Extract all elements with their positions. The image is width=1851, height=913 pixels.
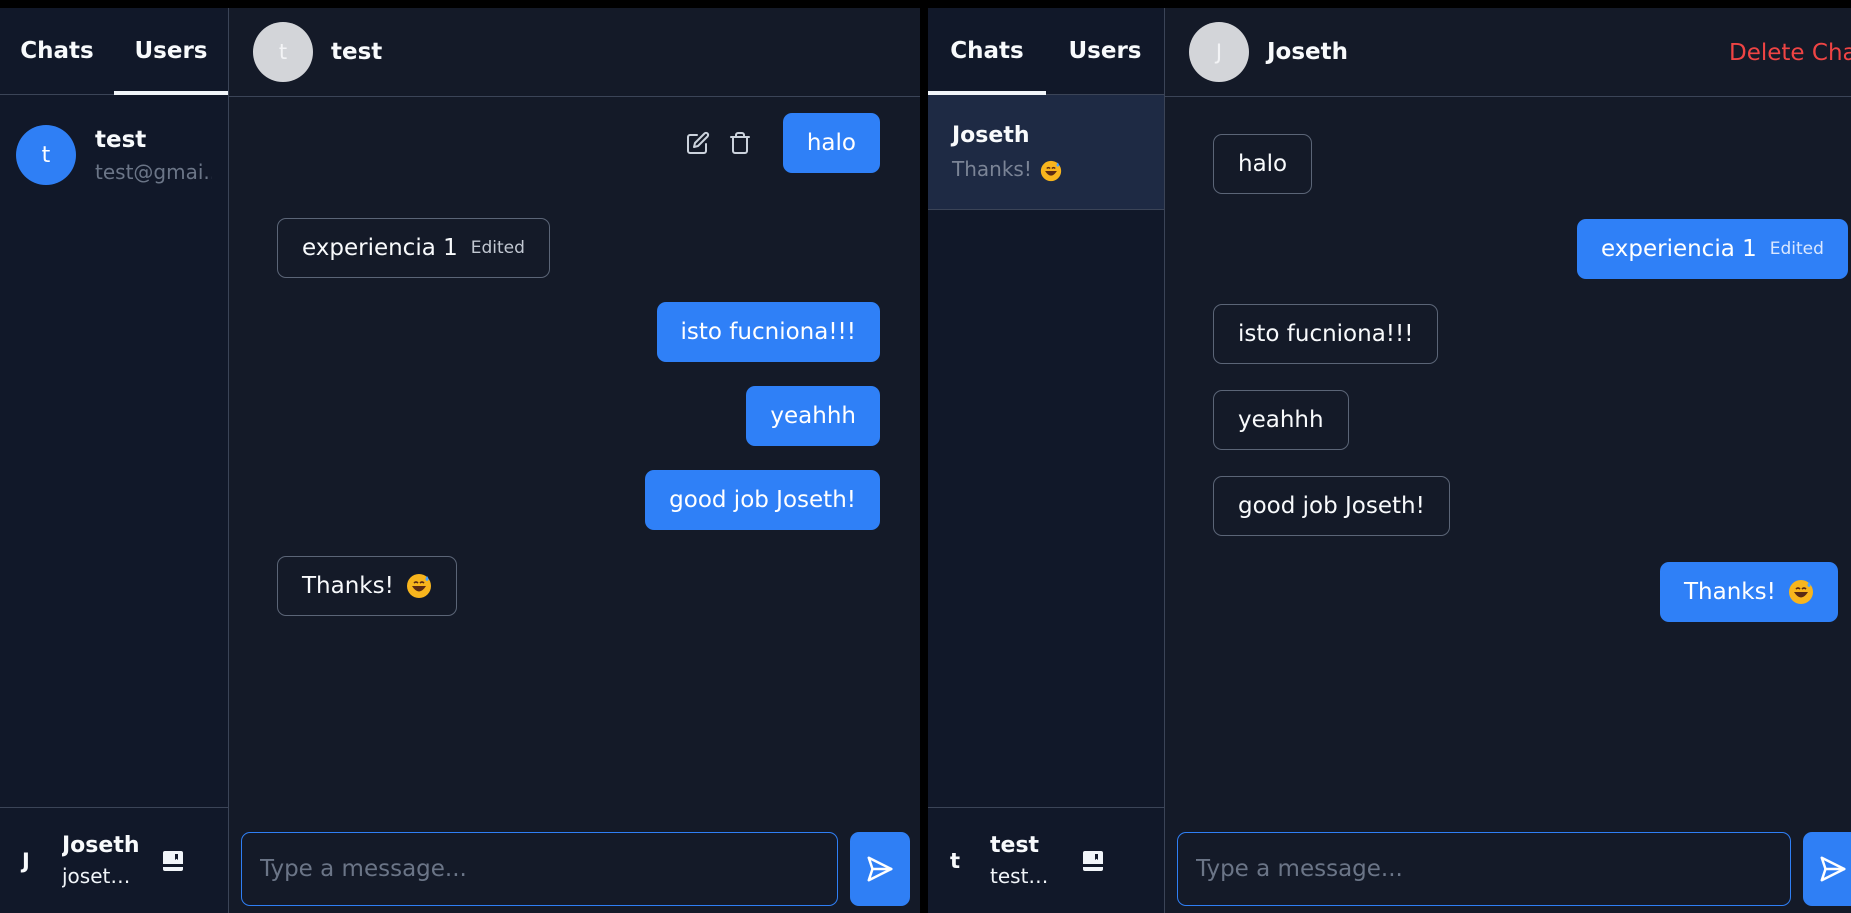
send-button[interactable] <box>1803 832 1851 906</box>
current-user-name: Joseth <box>62 833 140 858</box>
tab-users[interactable]: Users <box>114 8 228 95</box>
message-bubble-outgoing[interactable]: halo <box>782 113 880 173</box>
current-user-email: test@... <box>990 864 1062 888</box>
avatar: t <box>253 22 313 82</box>
avatar: J <box>1189 22 1249 82</box>
sidebar-tabs: Chats Users <box>928 8 1164 95</box>
message-text: good job Joseth! <box>669 487 856 513</box>
message-bubble-incoming[interactable]: halo <box>1213 134 1313 194</box>
edit-icon[interactable] <box>685 130 711 156</box>
message-text: good job Joseth! <box>1238 493 1425 519</box>
message-text: halo <box>806 130 856 156</box>
message-input[interactable] <box>1177 832 1791 906</box>
chat-partner-name: test <box>331 39 383 65</box>
edited-label: Edited <box>1769 239 1824 259</box>
delete-chat-button[interactable]: Delete Chat <box>1729 8 1851 97</box>
message-bubble-incoming[interactable]: good job Joseth! <box>1213 476 1450 536</box>
message-row: yeahhh <box>1213 390 1349 450</box>
user-name: test <box>95 126 147 153</box>
chat-panel: t test halo experiencia 1 Edited isto fuc… <box>229 8 920 913</box>
message-text: Thanks! <box>302 573 394 599</box>
grinning-sweat-emoji <box>1788 579 1814 605</box>
avatar: t <box>16 125 76 185</box>
chat-list-item[interactable]: Joseth Thanks! <box>928 95 1164 210</box>
message-bubble-incoming[interactable]: yeahhh <box>1213 390 1349 450</box>
sidebar-tabs: Chats Users <box>0 8 228 95</box>
tab-chats[interactable]: Chats <box>928 8 1046 95</box>
message-text: yeahhh <box>1238 407 1324 433</box>
edited-label: Edited <box>470 238 525 258</box>
user-list-item[interactable]: t test test@gmai... <box>0 95 228 215</box>
sidebar: Chats Users Joseth Thanks! t test test@.… <box>928 8 1165 913</box>
message-actions <box>685 130 769 156</box>
message-row: isto fucniona!!! <box>656 302 880 362</box>
current-user-footer: J Joseth joseth... <box>0 807 228 913</box>
message-bubble-outgoing[interactable]: isto fucniona!!! <box>656 302 880 362</box>
user-email: test@gmai... <box>95 159 212 184</box>
send-icon <box>1820 856 1846 882</box>
logout-icon[interactable] <box>1080 848 1106 874</box>
right-chat-window: Chats Users Joseth Thanks! t test test@.… <box>928 8 1851 913</box>
message-bubble-incoming[interactable]: isto fucniona!!! <box>1213 304 1439 364</box>
message-row: Thanks! <box>277 556 457 616</box>
message-bubble-incoming[interactable]: Thanks! <box>277 556 457 616</box>
message-text: Thanks! <box>1684 579 1776 605</box>
grinning-sweat-emoji <box>1040 160 1062 182</box>
sidebar: Chats Users t test test@gmai... J Joseth… <box>0 8 229 913</box>
message-text: experiencia 1 <box>1601 236 1757 262</box>
message-text: experiencia 1 <box>302 235 458 261</box>
message-row: good job Joseth! <box>1213 476 1450 536</box>
current-user-initial: t <box>950 848 961 873</box>
left-chat-window: Chats Users t test test@gmai... J Joseth… <box>0 8 920 913</box>
message-bubble-outgoing[interactable]: experiencia 1 Edited <box>1577 219 1848 279</box>
message-bubble-outgoing[interactable]: Thanks! <box>1660 562 1838 622</box>
message-row: halo <box>685 113 880 173</box>
message-row: experiencia 1 Edited <box>277 218 550 278</box>
chat-header: J Joseth Delete Chat <box>1165 8 1851 97</box>
send-icon <box>867 856 893 882</box>
message-composer <box>1165 826 1851 913</box>
chat-name: Joseth <box>952 123 1030 148</box>
message-row: isto fucniona!!! <box>1213 304 1439 364</box>
message-text: yeahhh <box>770 403 856 429</box>
chat-partner-name: Joseth <box>1267 39 1349 65</box>
message-bubble-outgoing[interactable]: good job Joseth! <box>645 470 880 530</box>
chat-panel: J Joseth Delete Chat halo experiencia 1 E… <box>1165 8 1851 913</box>
logout-icon[interactable] <box>160 848 186 874</box>
current-user-email: joseth... <box>62 864 142 888</box>
message-row: yeahhh <box>746 386 880 446</box>
message-text: isto fucniona!!! <box>680 319 856 345</box>
trash-icon[interactable] <box>727 130 753 156</box>
message-text: halo <box>1238 151 1288 177</box>
message-row: Thanks! <box>1660 562 1838 622</box>
grinning-sweat-emoji <box>406 573 432 599</box>
chat-last-message: Thanks! <box>952 157 1140 182</box>
tab-users[interactable]: Users <box>1046 8 1164 94</box>
tab-chats[interactable]: Chats <box>0 8 114 94</box>
send-button[interactable] <box>850 832 910 906</box>
message-bubble-outgoing[interactable]: yeahhh <box>746 386 880 446</box>
chat-header: t test <box>229 8 920 97</box>
message-row: experiencia 1 Edited <box>1577 219 1848 279</box>
message-bubble-incoming[interactable]: experiencia 1 Edited <box>277 218 550 278</box>
current-user-name: test <box>990 833 1040 858</box>
message-input[interactable] <box>241 832 838 906</box>
message-text: isto fucniona!!! <box>1238 321 1414 347</box>
current-user-initial: J <box>22 848 30 873</box>
message-row: halo <box>1213 134 1313 194</box>
message-composer <box>229 826 920 913</box>
message-row: good job Joseth! <box>645 470 880 530</box>
current-user-footer: t test test@... <box>928 807 1164 913</box>
